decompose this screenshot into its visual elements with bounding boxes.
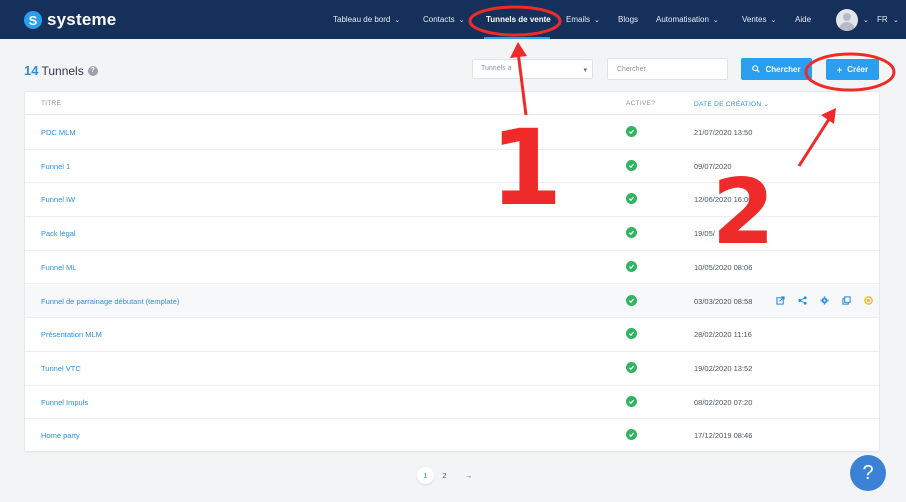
active-check-icon — [626, 159, 637, 171]
help-circle-icon[interactable]: ? — [87, 65, 98, 76]
tunnels-table: TITRE ACTIVE? DATE DE CRÉATION ⌄ PDC MLM… — [24, 91, 880, 453]
column-header-date[interactable]: DATE DE CRÉATION ⌄ — [694, 100, 769, 108]
tunnel-name-link[interactable]: Home party — [41, 431, 80, 440]
active-nav-indicator — [484, 37, 550, 39]
table-row[interactable]: Funnel de parrainage débutant (template)… — [25, 284, 879, 319]
nav-item-label: Tableau de bord — [333, 15, 391, 24]
active-check-icon — [626, 294, 637, 306]
help-chat-button[interactable]: ? — [850, 455, 886, 491]
top-navbar: S systeme Tableau de bord ⌄ Contacts ⌄ Tun… — [0, 0, 906, 39]
active-check-icon — [626, 429, 637, 441]
user-avatar[interactable] — [836, 9, 858, 31]
column-header-title[interactable]: TITRE — [41, 100, 61, 107]
tunnel-name-link[interactable]: Présentation MLM — [41, 330, 102, 339]
sort-arrow-icon: ⌄ — [763, 101, 770, 108]
nav-item-label: Aide — [795, 15, 812, 24]
table-row[interactable]: PDC MLM 21/07/2020 13:50 — [25, 116, 879, 150]
pagination-page-2[interactable]: 2 — [436, 467, 453, 484]
column-header-active[interactable]: ACTIVE? — [626, 100, 655, 107]
nav-item-blogs[interactable]: Blogs — [618, 15, 638, 24]
nav-item-automatisation[interactable]: Automatisation ⌄ — [656, 15, 719, 24]
gear-icon[interactable] — [819, 296, 829, 306]
nav-item-tableau-de-bord[interactable]: Tableau de bord ⌄ — [333, 15, 400, 24]
nav-item-label: Ventes — [742, 15, 767, 24]
annotation-step-2: 2 — [712, 160, 775, 265]
create-button[interactable]: + Créer — [826, 59, 879, 80]
creation-date: 17/12/2019 08:46 — [694, 431, 753, 441]
tunnel-count: 14 — [24, 63, 39, 78]
tunnel-name-link[interactable]: Pack légal — [41, 229, 76, 238]
tunnel-filter-select[interactable]: Tunnels a ▾ — [472, 59, 593, 79]
search-icon — [752, 65, 761, 73]
search-button[interactable]: Chercher — [741, 58, 812, 80]
nav-item-aide[interactable]: Aide — [795, 15, 811, 24]
brand-name: systeme — [47, 10, 117, 29]
table-header: TITRE ACTIVE? DATE DE CRÉATION ⌄ — [25, 92, 879, 115]
page-title: 14 Tunnels ? — [24, 63, 98, 78]
nav-item-label: Blogs — [618, 15, 639, 24]
language-selector[interactable]: FR — [877, 15, 888, 24]
external-link-icon[interactable] — [775, 296, 785, 306]
creation-date: 21/07/2020 13:50 — [694, 128, 753, 137]
create-button-label: Créer — [847, 65, 869, 74]
share-icon[interactable] — [797, 296, 807, 306]
chevron-down-icon: ⌄ — [712, 17, 719, 24]
nav-item-ventes[interactable]: Ventes ⌄ — [742, 15, 776, 24]
active-check-icon — [626, 260, 637, 272]
column-header-date-label: DATE DE CRÉATION — [694, 101, 762, 108]
tunnel-name-link[interactable]: Tunnel VTC — [41, 364, 81, 373]
nav-item-label: Tunnels de vente — [486, 15, 551, 24]
logo-mark-icon: S — [24, 11, 42, 29]
table-row[interactable]: Home party 17/12/2019 08:46 — [25, 419, 879, 453]
copy-icon[interactable] — [841, 296, 851, 306]
pagination-next-arrow-icon[interactable]: → — [460, 467, 477, 484]
tunnel-name-link[interactable]: PDC MLM — [41, 128, 76, 137]
active-check-icon — [626, 361, 637, 373]
page-title-label: Tunnels — [41, 63, 84, 78]
chevron-down-icon[interactable]: ⌄ — [863, 16, 869, 24]
nav-item-contacts[interactable]: Contacts ⌄ — [423, 15, 464, 24]
nav-item-label: Emails — [566, 15, 591, 24]
annotation-arrowhead-1 — [510, 42, 527, 58]
nav-item-label: Automatisation — [656, 15, 709, 24]
creation-date: 08/02/2020 07:20 — [694, 397, 753, 407]
tunnel-name-link[interactable]: Funnel ML — [41, 263, 76, 272]
chevron-down-icon: ⌄ — [594, 17, 600, 24]
coin-icon[interactable] — [863, 296, 873, 306]
row-actions — [775, 296, 885, 306]
caret-down-icon: ▾ — [583, 67, 587, 74]
chevron-down-icon: ⌄ — [458, 17, 465, 24]
active-check-icon — [626, 395, 637, 407]
tunnel-name-link[interactable]: Funnel IW — [41, 195, 75, 204]
brand-logo[interactable]: S systeme — [24, 10, 116, 30]
tunnel-name-link[interactable]: Funnel de parrainage débutant (template) — [41, 297, 179, 306]
search-input[interactable]: Chercher — [607, 58, 728, 80]
creation-date: 19/02/2020 13:52 — [694, 363, 753, 373]
search-placeholder: Chercher — [617, 66, 646, 73]
chevron-down-icon: ⌄ — [394, 17, 401, 24]
tunnel-name-link[interactable]: Funnel Impuls — [41, 398, 88, 407]
plus-icon: + — [836, 64, 843, 75]
table-row[interactable]: Présentation MLM 28/02/2020 11:16 — [25, 318, 879, 352]
nav-item-label: Contacts — [423, 15, 455, 24]
active-check-icon — [626, 193, 637, 205]
search-button-label: Chercher — [765, 64, 801, 74]
tunnel-name-link[interactable]: Funnel 1 — [41, 162, 70, 171]
creation-date: 28/02/2020 11:16 — [694, 330, 752, 340]
logo-mark-letter: S — [28, 12, 38, 28]
creation-date: 03/03/2020 08:58 — [694, 296, 753, 306]
active-check-icon — [626, 328, 637, 340]
table-row[interactable]: Tunnel VTC 19/02/2020 13:52 — [25, 352, 879, 386]
chevron-down-icon: ⌄ — [770, 17, 777, 24]
nav-item-emails[interactable]: Emails ⌄ — [566, 15, 600, 24]
tunnel-filter-value: Tunnels a — [481, 65, 512, 72]
active-check-icon — [626, 227, 637, 239]
chevron-down-icon[interactable]: ⌄ — [893, 16, 899, 24]
nav-item-tunnels-de-vente[interactable]: Tunnels de vente — [486, 15, 551, 24]
annotation-step-1: 1 — [490, 107, 563, 229]
table-row[interactable]: Funnel Impuls 08/02/2020 07:20 — [25, 386, 879, 420]
pagination-page-1[interactable]: 1 — [417, 467, 434, 484]
active-check-icon — [626, 126, 637, 137]
